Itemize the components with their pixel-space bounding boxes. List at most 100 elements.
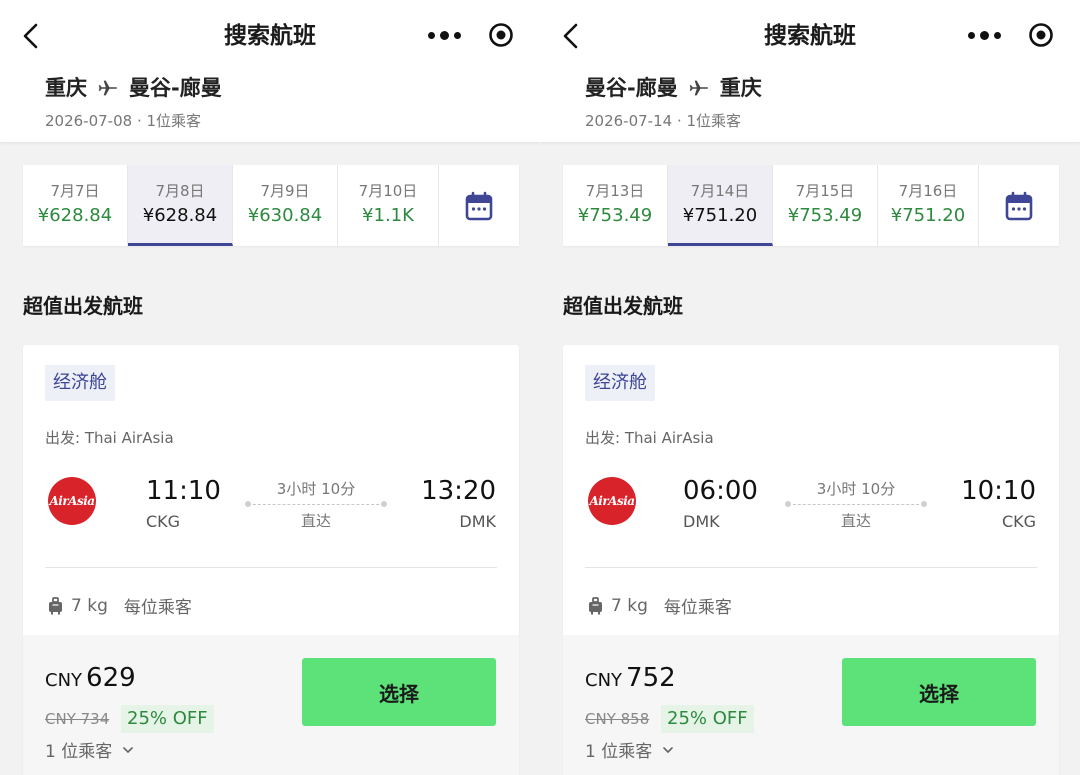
chevron-left-icon	[563, 23, 578, 49]
more-dots-icon-end	[453, 31, 461, 39]
passenger-count: 1 位乘客	[585, 742, 653, 762]
date-label: 7月8日	[155, 182, 205, 200]
date-tab[interactable]: 7月9日 ¥630.84	[233, 165, 338, 246]
baggage-note: 每位乘客	[123, 598, 192, 618]
airplane-icon	[98, 80, 117, 96]
departure-time: 06:00	[683, 476, 758, 506]
discount-badge: 25% OFF	[121, 705, 214, 733]
original-price: CNY 734	[45, 710, 110, 728]
select-button[interactable]: 选择	[302, 658, 496, 726]
price-currency: CNY	[45, 670, 83, 691]
target-circle-icon	[1029, 23, 1053, 47]
header: 搜索航班 曼谷-廊曼 重庆 2026-07-14 · 1位乘客	[540, 0, 1080, 142]
arrival-time: 13:20	[421, 476, 496, 506]
flight-duration: 3小时 10分	[276, 480, 356, 498]
date-tab[interactable]: 7月7日 ¥628.84	[23, 165, 128, 246]
price-panel: CNY 629 CNY 734 25% OFF 1 位乘客 选择	[23, 635, 519, 775]
date-price: ¥630.84	[247, 205, 323, 226]
arrival-airport: DMK	[459, 512, 496, 531]
mini-program-capsule	[956, 13, 1073, 57]
chevron-down-icon	[123, 746, 134, 753]
date-tab[interactable]: 7月15日 ¥753.49	[773, 165, 878, 246]
date-price: ¥751.20	[682, 205, 758, 226]
section-title: 超值出发航班	[563, 294, 683, 318]
calendar-icon	[1005, 191, 1033, 220]
calendar-icon	[465, 191, 493, 220]
calendar-button[interactable]	[439, 165, 519, 246]
date-price: ¥1.1K	[362, 205, 414, 226]
stops-label: 直达	[300, 512, 331, 530]
flight-card[interactable]: 经济舱 出发: Thai AirAsia AirAsia 06:00 DMK 3…	[563, 345, 1059, 775]
original-price: CNY 858	[585, 710, 650, 728]
discount-badge: 25% OFF	[661, 705, 754, 733]
select-button[interactable]: 选择	[842, 658, 1036, 726]
date-price: ¥753.49	[577, 205, 653, 226]
price-amount: 752	[626, 663, 676, 693]
airplane-icon	[689, 80, 708, 96]
divider	[585, 567, 1037, 568]
passenger-dropdown[interactable]: 1 位乘客	[45, 737, 134, 762]
more-dots-icon-center	[979, 30, 989, 40]
date-selector: 7月13日 ¥753.49 7月14日 ¥751.20 7月15日 ¥753.4…	[563, 165, 1059, 246]
flight-duration: 3小时 10分	[816, 480, 896, 498]
date-tab[interactable]: 7月10日 ¥1.1K	[338, 165, 439, 246]
date-label: 7月14日	[690, 182, 750, 200]
route-line	[245, 501, 387, 512]
close-button[interactable]	[1024, 19, 1058, 51]
route-origin: 曼谷-廊曼	[585, 76, 678, 100]
cabin-badge: 经济舱	[585, 365, 655, 401]
flight-duration-block: 3小时 10分 直达	[785, 479, 927, 531]
route-destination: 曼谷-廊曼	[129, 76, 222, 100]
date-selector: 7月7日 ¥628.84 7月8日 ¥628.84 7月9日 ¥630.84 7…	[23, 165, 519, 246]
route-line	[785, 501, 927, 512]
departure-airport: DMK	[683, 512, 720, 531]
date-tab[interactable]: 7月13日 ¥753.49	[563, 165, 668, 246]
date-label: 7月13日	[585, 182, 645, 200]
target-circle-icon	[489, 23, 513, 47]
carrier-label: 出发: Thai AirAsia	[45, 429, 174, 447]
price-amount: 629	[86, 663, 136, 693]
baggage-info: 7 kg 每位乘客	[48, 593, 192, 618]
chevron-left-icon	[23, 23, 38, 49]
airline-logo: AirAsia	[48, 477, 96, 525]
phone-screen-return: 搜索航班 曼谷-廊曼 重庆 2026-07-14 · 1位乘客 7月13日 ¥7…	[540, 0, 1080, 775]
date-label: 7月9日	[260, 182, 310, 200]
date-price: ¥751.20	[890, 205, 966, 226]
date-price: ¥753.49	[787, 205, 863, 226]
flight-card[interactable]: 经济舱 出发: Thai AirAsia AirAsia 11:10 CKG 3…	[23, 345, 519, 775]
date-tab[interactable]: 7月16日 ¥751.20	[878, 165, 979, 246]
luggage-icon	[49, 596, 62, 614]
phone-screen-outbound: 搜索航班 重庆 曼谷-廊曼 2026-07-08 · 1位乘客 7月7日 ¥62…	[0, 0, 540, 775]
price: CNY 752	[585, 663, 676, 693]
arrival-airport: CKG	[1001, 512, 1036, 531]
more-dots-icon-end	[993, 31, 1001, 39]
baggage-note: 每位乘客	[663, 598, 732, 618]
calendar-button[interactable]	[979, 165, 1059, 246]
more-button[interactable]	[962, 19, 1006, 51]
date-price: ¥628.84	[37, 205, 113, 226]
departure-time: 11:10	[146, 476, 221, 506]
passenger-dropdown[interactable]: 1 位乘客	[585, 737, 674, 762]
back-button[interactable]	[558, 20, 588, 52]
date-tab-selected[interactable]: 7月14日 ¥751.20	[668, 165, 773, 246]
baggage-weight: 7 kg	[611, 595, 648, 616]
more-dots-icon	[967, 31, 975, 39]
date-label: 7月15日	[795, 182, 855, 200]
airline-logo: AirAsia	[588, 477, 636, 525]
baggage-weight: 7 kg	[71, 595, 108, 616]
baggage-info: 7 kg 每位乘客	[588, 593, 732, 618]
section-title: 超值出发航班	[23, 294, 143, 318]
back-button[interactable]	[18, 20, 48, 52]
close-button[interactable]	[484, 19, 518, 51]
price-panel: CNY 752 CNY 858 25% OFF 1 位乘客 选择	[563, 635, 1059, 775]
route-subtitle: 2026-07-14 · 1位乘客	[585, 112, 742, 130]
airline-logo-text: AirAsia	[589, 494, 635, 508]
departure-airport: CKG	[146, 512, 181, 531]
price-currency: CNY	[585, 670, 623, 691]
date-label: 7月7日	[50, 182, 100, 200]
date-label: 7月16日	[898, 182, 958, 200]
date-tab-selected[interactable]: 7月8日 ¥628.84	[128, 165, 233, 246]
more-button[interactable]	[422, 19, 466, 51]
arrival-time: 10:10	[961, 476, 1036, 506]
airline-logo-text: AirAsia	[49, 494, 95, 508]
